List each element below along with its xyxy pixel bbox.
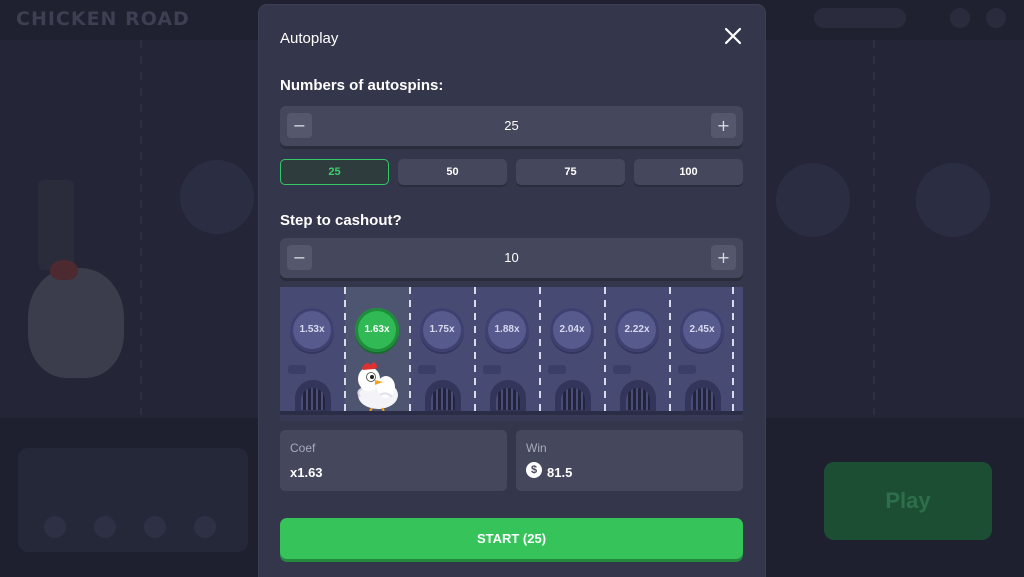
lane: 1.75x <box>410 287 475 415</box>
bet-chip <box>144 516 166 538</box>
lane-divider <box>344 287 346 411</box>
coef-value: x1.63 <box>290 465 323 480</box>
multiplier-coin: 2.04x <box>550 308 594 352</box>
game-logo: CHICKEN ROAD <box>16 8 190 30</box>
lane-divider <box>539 287 541 411</box>
background-multiplier <box>776 163 850 237</box>
background-multiplier <box>916 163 990 237</box>
manhole-icon <box>678 365 696 374</box>
lane: 1.53x <box>280 287 345 415</box>
lanes-preview: 1.53x 1.63x 1.75x 1.88x 2.04x 2.22x 2.45… <box>280 287 743 421</box>
close-icon <box>724 27 742 45</box>
start-button[interactable]: START (25) <box>280 518 743 559</box>
preset-75-button[interactable]: 75 <box>516 159 625 185</box>
close-button[interactable] <box>722 25 744 47</box>
lane: 2.22x <box>605 287 670 415</box>
lane-divider <box>669 287 671 411</box>
lane-divider <box>604 287 606 411</box>
win-label: Win <box>526 441 547 455</box>
lane-divider <box>409 287 411 411</box>
sewer-grate-icon <box>295 380 331 412</box>
coef-box: Coef x1.63 <box>280 430 507 491</box>
autospins-presets: 25 50 75 100 <box>280 159 743 185</box>
autospins-decrement-button[interactable]: − <box>287 113 312 138</box>
multiplier-coin: 1.53x <box>290 308 334 352</box>
sewer-grate-icon <box>555 380 591 412</box>
win-box: Win $ 81.5 <box>516 430 743 491</box>
preset-50-button[interactable]: 50 <box>398 159 507 185</box>
lane-divider <box>732 287 734 411</box>
cashout-label: Step to cashout? <box>280 212 402 229</box>
autospins-stepper: − 25 + <box>280 106 743 146</box>
lane: 2.45x <box>670 287 735 415</box>
manhole-icon <box>548 365 566 374</box>
chicken-icon <box>357 362 398 411</box>
balance-box <box>814 8 906 28</box>
background-chicken <box>28 260 124 378</box>
multiplier-coin-active: 1.63x <box>355 308 399 352</box>
multiplier-coin: 1.88x <box>485 308 529 352</box>
background-multiplier <box>180 160 254 234</box>
lane: 1.88x <box>475 287 540 415</box>
lane-divider <box>474 287 476 411</box>
autoplay-modal: Autoplay Numbers of autospins: − 25 + 25… <box>259 5 765 577</box>
manhole-icon <box>613 365 631 374</box>
autospins-increment-button[interactable]: + <box>711 113 736 138</box>
dollar-icon: $ <box>526 462 542 478</box>
lane-active: 1.63x <box>345 287 410 415</box>
coef-label: Coef <box>290 441 316 455</box>
lane: 2.04x <box>540 287 605 415</box>
cashout-decrement-button[interactable]: − <box>287 245 312 270</box>
sewer-grate-icon <box>425 380 461 412</box>
manhole-icon <box>288 365 306 374</box>
sewer-grate-icon <box>620 380 656 412</box>
autospins-value[interactable]: 25 <box>320 106 703 146</box>
modal-title: Autoplay <box>280 30 339 47</box>
settings-icon <box>986 8 1006 28</box>
multiplier-coin: 1.75x <box>420 308 464 352</box>
sewer-grate-icon <box>490 380 526 412</box>
multiplier-coin: 2.45x <box>680 308 724 352</box>
lane-divider <box>140 40 142 415</box>
multiplier-coin: 2.22x <box>615 308 659 352</box>
preset-100-button[interactable]: 100 <box>634 159 743 185</box>
bet-chip <box>44 516 66 538</box>
autospins-label: Numbers of autospins: <box>280 77 444 94</box>
manhole-icon <box>418 365 436 374</box>
start-pillar <box>38 180 74 270</box>
cashout-increment-button[interactable]: + <box>711 245 736 270</box>
cashout-stepper: − 10 + <box>280 238 743 278</box>
win-value: 81.5 <box>547 465 573 480</box>
bet-chip <box>94 516 116 538</box>
sewer-grate-icon <box>685 380 721 412</box>
preset-25-button[interactable]: 25 <box>280 159 389 185</box>
lane-divider <box>873 40 875 415</box>
cashout-value[interactable]: 10 <box>320 238 703 278</box>
lanes-sidewalk <box>280 415 743 421</box>
play-label-bg: Play <box>885 488 931 513</box>
menu-icon <box>950 8 970 28</box>
manhole-icon <box>483 365 501 374</box>
bet-chip <box>194 516 216 538</box>
